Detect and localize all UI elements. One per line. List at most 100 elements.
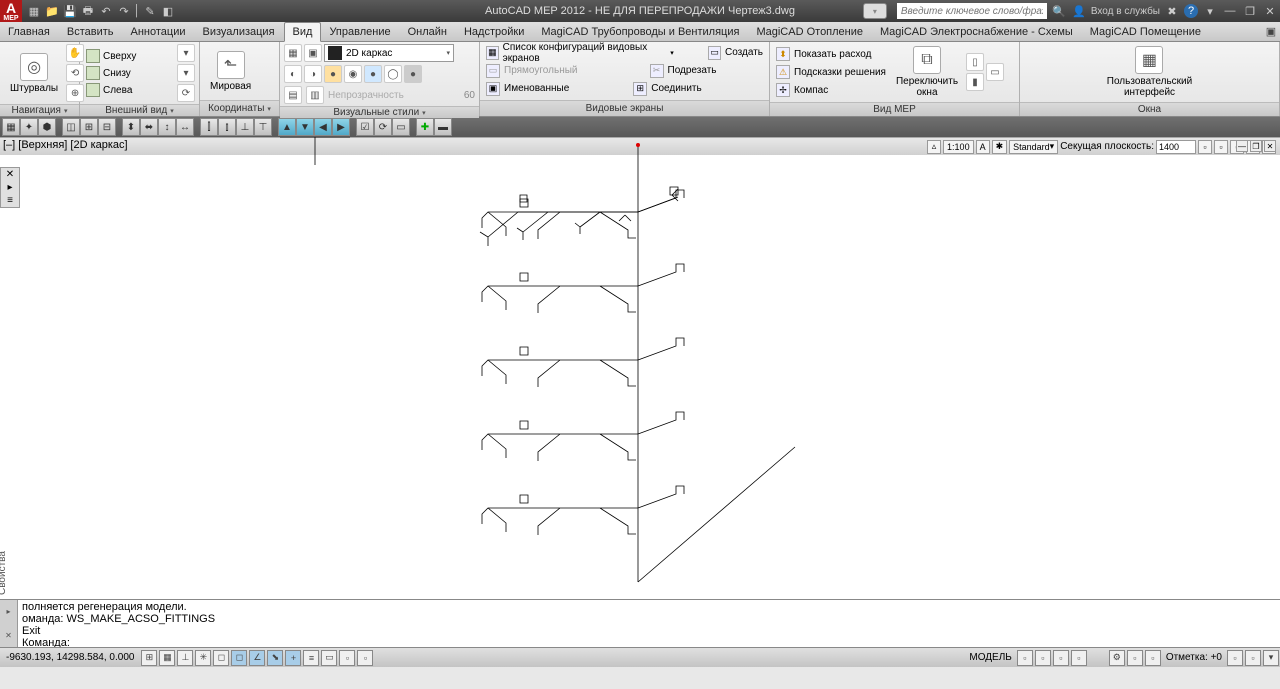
view-dd1-icon[interactable]: ▾ xyxy=(177,44,195,62)
tb-12-icon[interactable]: ⫾ xyxy=(218,118,236,136)
sb-sc-icon[interactable]: ▫ xyxy=(339,650,355,666)
tb-23-icon[interactable]: ▬ xyxy=(434,118,452,136)
tb-20-icon[interactable]: ⟳ xyxy=(374,118,392,136)
tab-аннотации[interactable]: Аннотации xyxy=(123,22,195,41)
tab-визуализация[interactable]: Визуализация xyxy=(195,22,284,41)
sb-ducs-icon[interactable]: ⬊ xyxy=(267,650,283,666)
exchange-icon[interactable]: ✖ xyxy=(1164,3,1180,19)
tab-вид[interactable]: Вид xyxy=(284,22,322,42)
mep-compass[interactable]: ✢Компас xyxy=(774,82,888,99)
tb-17-icon[interactable]: ◀ xyxy=(314,118,332,136)
vs-b-icon[interactable]: ◑ xyxy=(304,65,322,83)
tb-2-icon[interactable]: ✦ xyxy=(20,118,38,136)
view-refresh-icon[interactable]: ⟳ xyxy=(177,84,195,102)
sb-m3-icon[interactable]: ▫ xyxy=(1053,650,1069,666)
tb-9-icon[interactable]: ↕ xyxy=(158,118,176,136)
sb-snap-icon[interactable]: ⊞ xyxy=(141,650,157,666)
vport-named[interactable]: ▣Именованные⊞Соединить xyxy=(484,80,765,97)
view-bottom[interactable]: Снизу xyxy=(84,65,138,81)
qat-print-icon[interactable]: 🖶 xyxy=(80,3,96,19)
tab-вставить[interactable]: Вставить xyxy=(59,22,123,41)
search-input[interactable] xyxy=(897,3,1047,19)
world-ucs-button[interactable]: ⬑ Мировая xyxy=(204,49,257,94)
tab-главная[interactable]: Главная xyxy=(0,22,59,41)
tab-magicad-отопление[interactable]: MagiCAD Отопление xyxy=(748,22,872,41)
vs-e-icon[interactable]: ● xyxy=(364,65,382,83)
tb-16-icon[interactable]: ▼ xyxy=(296,118,314,136)
panel-windows[interactable]: Окна xyxy=(1020,102,1279,116)
tb-22-icon[interactable]: ✚ xyxy=(416,118,434,136)
qat-redo-icon[interactable]: ↷ xyxy=(116,3,132,19)
tb-1-icon[interactable]: ▦ xyxy=(2,118,20,136)
panel-appearance[interactable]: Внешний вид xyxy=(80,104,199,116)
tb-11-icon[interactable]: ⫿ xyxy=(200,118,218,136)
tab-magicad-помещение[interactable]: MagiCAD Помещение xyxy=(1082,22,1210,41)
sb-qp-icon[interactable]: ▭ xyxy=(321,650,337,666)
minimize-icon[interactable]: — xyxy=(1222,3,1238,19)
tab-управление[interactable]: Управление xyxy=(321,22,399,41)
ribbon-collapse-icon[interactable]: ▣ xyxy=(1262,22,1280,41)
mep-sm1-icon[interactable]: ▯ xyxy=(966,53,984,71)
sb-otrack-icon[interactable]: ∠ xyxy=(249,650,265,666)
panel-coordinates[interactable]: Координаты xyxy=(200,100,279,116)
sb-g1-icon[interactable]: ⚙ xyxy=(1109,650,1125,666)
login-link[interactable]: Вход в службы xyxy=(1091,6,1160,17)
vs-c-icon[interactable]: ● xyxy=(324,65,342,83)
vs-i-icon[interactable]: ▥ xyxy=(306,86,324,104)
switch-windows-button[interactable]: ⧉ Переключить окна xyxy=(890,44,964,100)
maximize-icon[interactable]: ❐ xyxy=(1242,3,1258,19)
app-logo[interactable]: MEP xyxy=(0,0,22,22)
qat-item-icon[interactable]: ✎ xyxy=(142,3,158,19)
help-dd-icon[interactable]: ▾ xyxy=(1202,3,1218,19)
tb-19-icon[interactable]: ☑ xyxy=(356,118,374,136)
status-model[interactable]: МОДЕЛЬ xyxy=(965,652,1015,663)
panel-mep-view[interactable]: Вид MEP xyxy=(770,102,1019,116)
vs-btn1-icon[interactable]: ▦ xyxy=(284,44,302,62)
close-icon[interactable]: ✕ xyxy=(1262,3,1278,19)
mep-sm2-icon[interactable]: ▮ xyxy=(966,73,984,91)
mep-hints[interactable]: ⚠Подсказки решения xyxy=(774,64,888,81)
sb-osnap-icon[interactable]: ◻ xyxy=(213,650,229,666)
qat-item2-icon[interactable]: ◧ xyxy=(160,3,176,19)
tb-3-icon[interactable]: ⬢ xyxy=(38,118,56,136)
vs-g-icon[interactable]: ● xyxy=(404,65,422,83)
sb-sc2-icon[interactable]: ▫ xyxy=(357,650,373,666)
sb-m4-icon[interactable]: ▫ xyxy=(1071,650,1087,666)
qat-new-icon[interactable]: ▦ xyxy=(26,3,42,19)
panel-viewports[interactable]: Видовые экраны xyxy=(480,100,769,116)
tb-5-icon[interactable]: ⊞ xyxy=(80,118,98,136)
view-top[interactable]: Сверху xyxy=(84,48,138,64)
mep-sm3-icon[interactable]: ▭ xyxy=(986,63,1004,81)
view-left[interactable]: Слева xyxy=(84,82,138,98)
sb-lw-icon[interactable]: ≡ xyxy=(303,650,319,666)
vs-a-icon[interactable]: ◐ xyxy=(284,65,302,83)
tab-онлайн[interactable]: Онлайн xyxy=(400,22,456,41)
tb-15-icon[interactable]: ▲ xyxy=(278,118,296,136)
vs-d-icon[interactable]: ◉ xyxy=(344,65,362,83)
user-interface-button[interactable]: ▦ Пользовательский интерфейс xyxy=(1101,44,1198,100)
tab-magicad-трубопроводы-и-вентиляция[interactable]: MagiCAD Трубопроводы и Вентиляция xyxy=(533,22,748,41)
panel-navigation[interactable]: Навигация xyxy=(0,104,79,116)
tab-magicad-электроснабжение---схемы[interactable]: MagiCAD Электроснабжение - Схемы xyxy=(872,22,1082,41)
visual-style-select[interactable]: 2D каркас▾ xyxy=(324,44,454,62)
vs-h-icon[interactable]: ▤ xyxy=(284,86,302,104)
status-elevation[interactable]: Отметка: +0 xyxy=(1162,652,1226,663)
tb-18-icon[interactable]: ▶ xyxy=(332,118,350,136)
sb-r1-icon[interactable]: ▫ xyxy=(1227,650,1243,666)
vs-btn2-icon[interactable]: ▣ xyxy=(304,44,322,62)
workspace-dropdown[interactable]: ▾ xyxy=(863,3,887,19)
tb-6-icon[interactable]: ⊟ xyxy=(98,118,116,136)
cmdline-handle[interactable]: ▸✕ xyxy=(0,600,18,647)
view-dd2-icon[interactable]: ▾ xyxy=(177,64,195,82)
sb-3dosnap-icon[interactable]: ◻ xyxy=(231,650,247,666)
sb-dyn-icon[interactable]: + xyxy=(285,650,301,666)
viewport-label[interactable]: [–] [Верхняя] [2D каркас] xyxy=(3,139,128,151)
sb-polar-icon[interactable]: ✳ xyxy=(195,650,211,666)
tb-13-icon[interactable]: ⊥ xyxy=(236,118,254,136)
sb-g2-icon[interactable]: ▫ xyxy=(1127,650,1143,666)
command-line[interactable]: полняется регенерация модели.оманда: WS_… xyxy=(18,600,1280,647)
sb-r3-icon[interactable]: ▾ xyxy=(1263,650,1279,666)
tb-10-icon[interactable]: ↔ xyxy=(176,118,194,136)
sb-r2-icon[interactable]: ▫ xyxy=(1245,650,1261,666)
tb-14-icon[interactable]: ⊤ xyxy=(254,118,272,136)
